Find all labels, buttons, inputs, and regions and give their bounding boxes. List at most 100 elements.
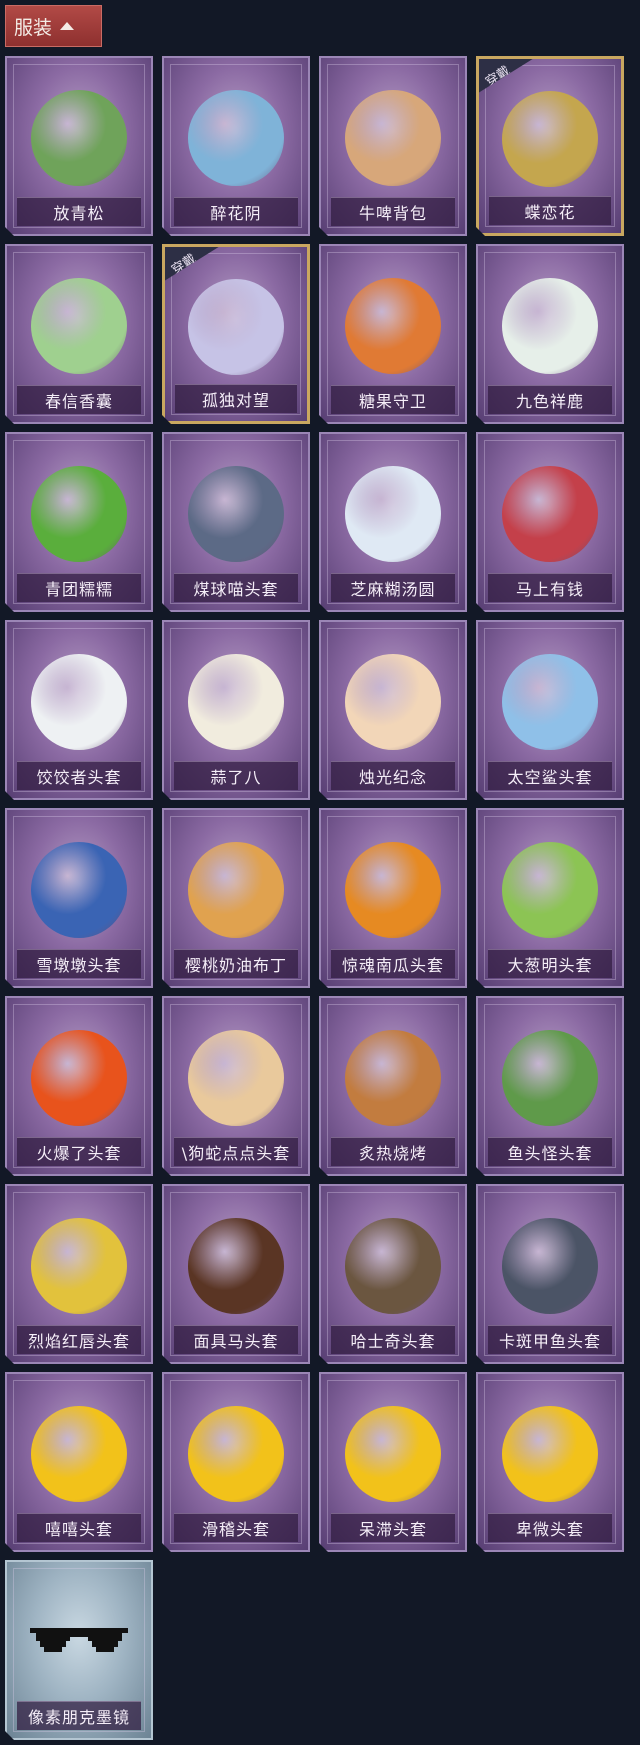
outfit-card[interactable]: 煤球喵头套 <box>162 432 310 612</box>
item-label: 面具马头套 <box>193 1332 279 1351</box>
item-label: 蒜了八 <box>210 768 262 787</box>
section-toggle-button[interactable]: 服装 <box>5 5 102 47</box>
item-label-bar: 卑微头套 <box>488 1513 612 1542</box>
item-icon <box>345 278 441 374</box>
item-label-bar: 牛啤背包 <box>331 197 455 226</box>
outfit-card[interactable]: 糖果守卫 <box>319 244 467 424</box>
outfit-card[interactable]: 卡斑甲鱼头套 <box>476 1184 624 1364</box>
item-icon <box>188 1218 284 1314</box>
chevron-up-icon <box>60 22 75 30</box>
outfit-card[interactable]: 醉花阴 <box>162 56 310 236</box>
item-label-bar: 煤球喵头套 <box>174 573 298 602</box>
item-label-bar: 哈士奇头套 <box>331 1325 455 1354</box>
item-label: 卑微头套 <box>515 1520 584 1539</box>
equipped-badge: 穿戴 <box>162 244 225 283</box>
item-icon <box>188 654 284 750</box>
outfit-card[interactable]: 烛光纪念 <box>319 620 467 800</box>
outfit-card[interactable]: 九色祥鹿 <box>476 244 624 424</box>
item-icon <box>345 1406 441 1502</box>
item-icon <box>188 90 284 186</box>
item-label-bar: 呆滞头套 <box>331 1513 455 1542</box>
item-icon <box>502 1218 598 1314</box>
outfit-card[interactable]: 马上有钱 <box>476 432 624 612</box>
outfit-card[interactable]: 滑稽头套 <box>162 1372 310 1552</box>
equipped-badge: 穿戴 <box>476 56 539 95</box>
outfit-card[interactable]: 饺饺者头套 <box>5 620 153 800</box>
item-label-bar: 放青松 <box>17 197 141 226</box>
item-icon <box>345 1030 441 1126</box>
item-icon <box>345 842 441 938</box>
item-label: 樱桃奶油布丁 <box>184 956 287 975</box>
item-label-bar: 鱼头怪头套 <box>488 1137 612 1166</box>
item-label: 滑稽头套 <box>201 1520 270 1539</box>
outfit-card[interactable]: 大葱明头套 <box>476 808 624 988</box>
outfit-card[interactable]: 火爆了头套 <box>5 996 153 1176</box>
outfit-card[interactable]: 惊魂南瓜头套 <box>319 808 467 988</box>
item-label: 烛光纪念 <box>358 768 427 787</box>
item-icon <box>502 466 598 562</box>
item-icon <box>188 842 284 938</box>
outfit-card[interactable]: 呆滞头套 <box>319 1372 467 1552</box>
item-icon <box>31 654 127 750</box>
item-label: 卡斑甲鱼头套 <box>498 1332 601 1351</box>
item-label: 雪墩墩头套 <box>36 956 122 975</box>
outfit-card[interactable]: 卑微头套 <box>476 1372 624 1552</box>
item-icon <box>345 654 441 750</box>
item-icon <box>502 91 598 187</box>
item-icon <box>31 466 127 562</box>
item-label-bar: 青团糯糯 <box>17 573 141 602</box>
item-icon <box>188 1030 284 1126</box>
item-icon <box>345 466 441 562</box>
outfit-card[interactable]: 炙热烧烤 <box>319 996 467 1176</box>
outfit-card[interactable]: 樱桃奶油布丁 <box>162 808 310 988</box>
outfit-card[interactable]: 太空鲨头套 <box>476 620 624 800</box>
item-label: 糖果守卫 <box>358 392 427 411</box>
item-label-bar: 雪墩墩头套 <box>17 949 141 978</box>
outfit-card[interactable]: 嘻嘻头套 <box>5 1372 153 1552</box>
item-label-bar: 嘻嘻头套 <box>17 1513 141 1542</box>
pixel-sunglasses-icon <box>30 1628 128 1656</box>
outfit-card[interactable]: 像素朋克墨镜 <box>5 1560 153 1740</box>
item-label: 大葱明头套 <box>507 956 593 975</box>
item-label-bar: 太空鲨头套 <box>488 761 612 790</box>
outfit-card[interactable]: 蒜了八 <box>162 620 310 800</box>
item-label: 饺饺者头套 <box>36 768 122 787</box>
outfit-card[interactable]: 放青松 <box>5 56 153 236</box>
item-icon <box>345 1218 441 1314</box>
outfit-card[interactable]: 穿戴 蝶恋花 <box>476 56 624 236</box>
item-label: 哈士奇头套 <box>350 1332 436 1351</box>
item-label: 煤球喵头套 <box>193 580 279 599</box>
outfit-card[interactable]: 芝麻糊汤圆 <box>319 432 467 612</box>
outfit-card[interactable]: 面具马头套 <box>162 1184 310 1364</box>
outfit-card[interactable]: 雪墩墩头套 <box>5 808 153 988</box>
item-label: 青团糯糯 <box>44 580 113 599</box>
outfit-card[interactable]: \狗蛇点点头套 <box>162 996 310 1176</box>
item-label-bar: 像素朋克墨镜 <box>17 1701 141 1730</box>
item-icon <box>31 1218 127 1314</box>
item-label: 太空鲨头套 <box>507 768 593 787</box>
item-label: 炙热烧烤 <box>358 1144 427 1163</box>
outfit-card[interactable]: 青团糯糯 <box>5 432 153 612</box>
item-label-bar: 樱桃奶油布丁 <box>174 949 298 978</box>
item-label: 孤独对望 <box>201 391 270 410</box>
item-label-bar: 烛光纪念 <box>331 761 455 790</box>
outfit-grid: 放青松 醉花阴 牛啤背包 穿戴 蝶恋花 春信香囊 穿戴 孤独对望 糖果守卫 九色祥鹿 青团糯糯 煤球喵… <box>5 56 624 1740</box>
outfit-card[interactable]: 春信香囊 <box>5 244 153 424</box>
item-label-bar: 醉花阴 <box>174 197 298 226</box>
item-label: 放青松 <box>53 204 105 223</box>
outfit-card[interactable]: 哈士奇头套 <box>319 1184 467 1364</box>
item-icon <box>31 1030 127 1126</box>
item-label-bar: 惊魂南瓜头套 <box>331 949 455 978</box>
outfit-card[interactable]: 鱼头怪头套 <box>476 996 624 1176</box>
item-icon <box>502 654 598 750</box>
outfit-card[interactable]: 烈焰红唇头套 <box>5 1184 153 1364</box>
outfit-card[interactable]: 穿戴孤独对望 <box>162 244 310 424</box>
item-label-bar: 芝麻糊汤圆 <box>331 573 455 602</box>
item-label: 牛啤背包 <box>358 204 427 223</box>
item-label-bar: 面具马头套 <box>174 1325 298 1354</box>
item-label: 马上有钱 <box>515 580 584 599</box>
item-label-bar: 九色祥鹿 <box>488 385 612 414</box>
item-label-bar: 春信香囊 <box>17 385 141 414</box>
outfit-card[interactable]: 牛啤背包 <box>319 56 467 236</box>
item-label: 火爆了头套 <box>36 1144 122 1163</box>
